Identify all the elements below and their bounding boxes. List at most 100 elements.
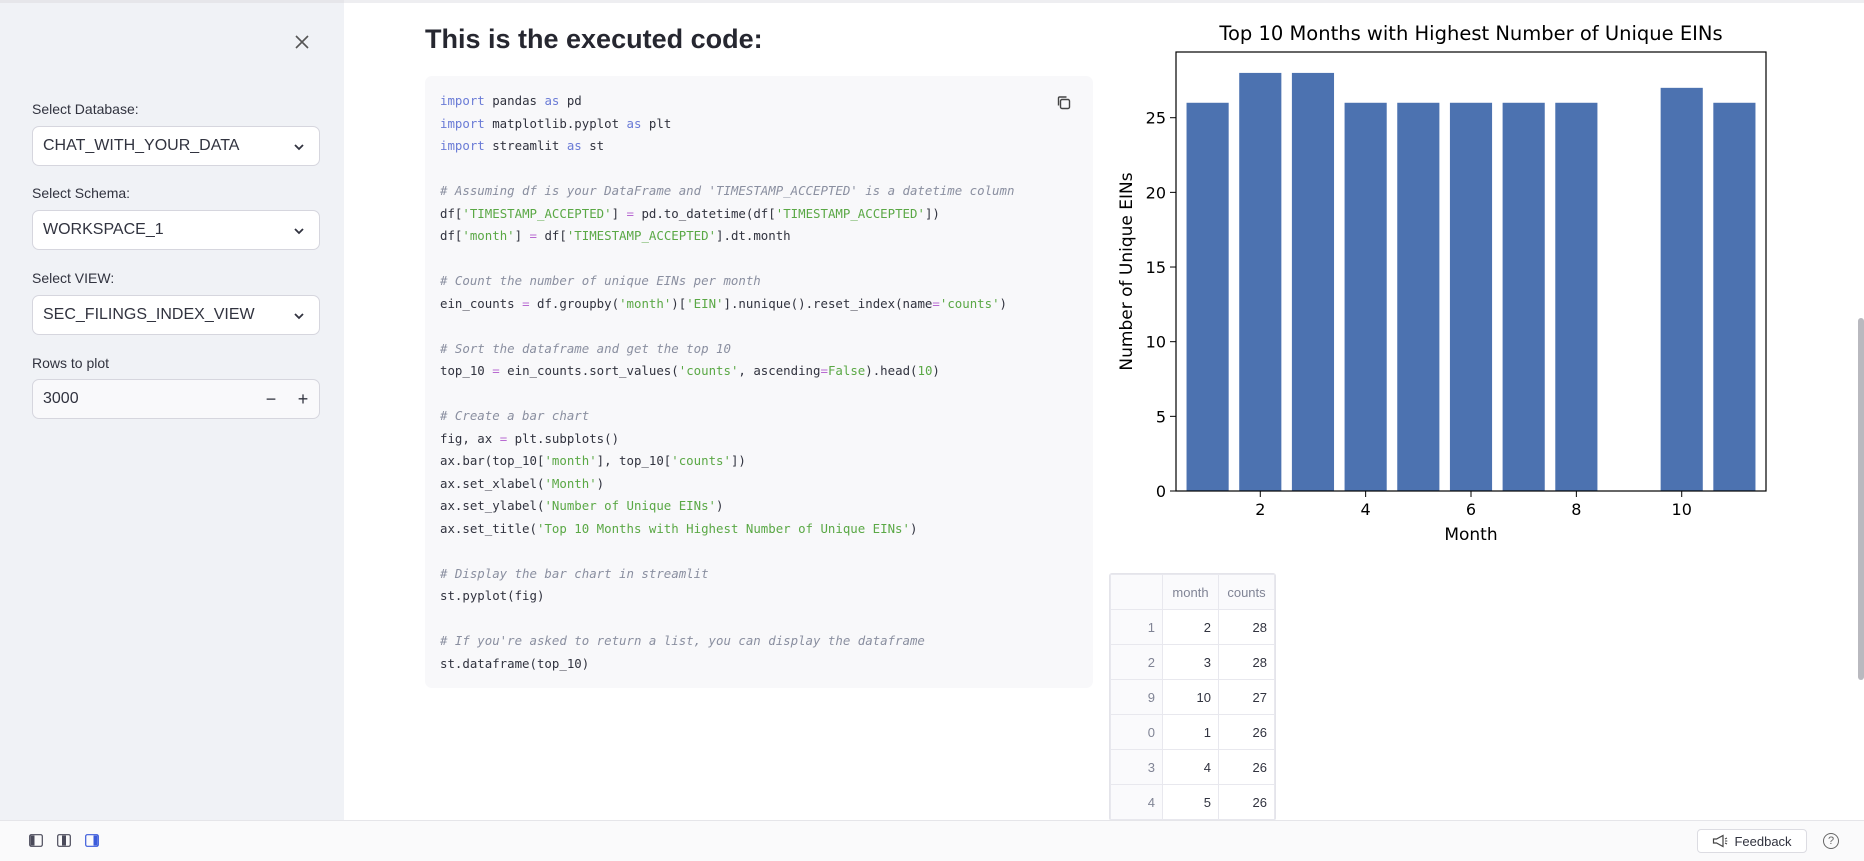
increment-button[interactable]: + xyxy=(287,380,319,418)
table-row[interactable]: 2 3 28 xyxy=(1110,644,1275,680)
help-icon[interactable]: ? xyxy=(1823,833,1839,849)
code-line: ax.bar(top_10['month'], top_10['counts']… xyxy=(440,450,1014,473)
counts-cell[interactable]: 26 xyxy=(1218,749,1275,785)
counts-cell[interactable]: 28 xyxy=(1218,609,1275,645)
row-index-cell[interactable]: 4 xyxy=(1110,784,1163,820)
chart-bar xyxy=(1449,102,1493,491)
code-token: fig, ax xyxy=(440,430,500,446)
code-token: ], top_10[ xyxy=(596,453,672,468)
code-token: st xyxy=(581,138,605,153)
close-icon xyxy=(295,35,309,49)
code-token: plt.subplots() xyxy=(507,430,620,446)
y-tick-label: 15 xyxy=(1146,258,1166,277)
app-window: Select Database: CHAT_WITH_YOUR_DATA Sel… xyxy=(0,0,1864,861)
month-cell[interactable]: 4 xyxy=(1162,749,1219,785)
code-token: pandas xyxy=(484,93,545,108)
row-index-cell[interactable]: 9 xyxy=(1110,679,1163,715)
y-tick-label: 20 xyxy=(1146,183,1166,202)
code-token: import xyxy=(440,138,485,153)
month-cell[interactable]: 3 xyxy=(1162,644,1219,680)
schema-select[interactable]: WORKSPACE_1 xyxy=(32,210,320,250)
code-line: top_10 = ein_counts.sort_values('counts'… xyxy=(440,360,1014,383)
code-token: ] xyxy=(514,228,530,243)
code-token: )[ xyxy=(671,295,687,311)
x-tick-label: 2 xyxy=(1255,500,1265,519)
code-token: 'month' xyxy=(462,228,515,243)
counts-cell[interactable]: 27 xyxy=(1218,679,1275,715)
code-token: 'TIMESTAMP_ACCEPTED' xyxy=(566,228,717,243)
code-line: st.pyplot(fig) xyxy=(440,585,1014,608)
rows-number-input[interactable]: 3000 − + xyxy=(32,379,320,419)
database-select-value: CHAT_WITH_YOUR_DATA xyxy=(43,137,240,154)
table-header-row: month counts xyxy=(1110,574,1275,610)
month-cell[interactable]: 5 xyxy=(1162,784,1219,820)
code-token: 'Number of Unique EINs' xyxy=(544,498,717,513)
decrement-button[interactable]: − xyxy=(255,380,287,418)
code-token: ein_counts xyxy=(440,295,523,311)
row-index-cell[interactable]: 3 xyxy=(1110,749,1163,785)
code-token: # Sort the dataframe and get the top 10 xyxy=(440,340,731,356)
counts-column-header[interactable]: counts xyxy=(1218,574,1275,610)
copy-icon[interactable] xyxy=(1055,94,1073,112)
row-index-cell[interactable]: 2 xyxy=(1110,644,1163,680)
counts-cell[interactable]: 26 xyxy=(1218,784,1275,820)
code-token: ]) xyxy=(924,205,940,221)
code-token: 'Month' xyxy=(544,475,597,491)
x-axis-label: Month xyxy=(1444,525,1497,545)
month-column-header[interactable]: month xyxy=(1162,574,1219,610)
table-row[interactable]: 3 4 26 xyxy=(1110,749,1275,785)
code-token: df[ xyxy=(440,228,463,243)
month-cell[interactable]: 2 xyxy=(1162,609,1219,645)
dataframe-table[interactable]: month counts 1 2 28 2 3 28 9 10 27 0 1 26 3 4 26 4 5 26 xyxy=(1109,573,1276,821)
close-sidebar-button[interactable] xyxy=(291,31,313,53)
chevron-down-icon xyxy=(294,313,304,320)
code-token: ].dt.month xyxy=(716,228,791,243)
code-token: as xyxy=(544,93,560,108)
code-lines: import pandas as pd import matplotlib.pyp… xyxy=(440,90,1014,675)
layout-left-icon[interactable] xyxy=(29,834,43,847)
rows-value[interactable]: 3000 xyxy=(33,390,255,408)
code-line: import streamlit as st xyxy=(440,135,1014,158)
vertical-scrollbar[interactable] xyxy=(1858,318,1864,680)
code-token: = xyxy=(522,295,530,311)
index-header xyxy=(1110,574,1163,610)
month-cell[interactable]: 1 xyxy=(1162,714,1219,750)
layout-right-icon[interactable] xyxy=(85,834,99,847)
code-line: ax.set_xlabel('Month') xyxy=(440,473,1014,496)
code-token: import xyxy=(440,115,485,131)
chart-bar xyxy=(1344,102,1387,491)
row-index-cell[interactable]: 0 xyxy=(1110,714,1163,750)
counts-cell[interactable]: 28 xyxy=(1218,644,1275,680)
row-index-cell[interactable]: 1 xyxy=(1110,609,1163,645)
code-token: # Count the number of unique EINs per mo… xyxy=(440,273,761,288)
table-row[interactable]: 0 1 26 xyxy=(1110,714,1275,750)
code-token: ein_counts.sort_values( xyxy=(499,363,679,378)
counts-cell[interactable]: 26 xyxy=(1218,714,1275,750)
code-token: ) xyxy=(909,520,918,536)
code-token: ) xyxy=(999,295,1008,311)
table-row[interactable]: 1 2 28 xyxy=(1110,609,1275,645)
code-token: ) xyxy=(596,475,605,491)
code-line: # If you're asked to return a list, you … xyxy=(440,630,1014,653)
table-row[interactable]: 4 5 26 xyxy=(1110,784,1275,820)
y-axis-label: Number of Unique EINs xyxy=(1117,172,1137,370)
database-select[interactable]: CHAT_WITH_YOUR_DATA xyxy=(32,126,320,166)
code-line: st.dataframe(top_10) xyxy=(440,653,1014,676)
code-token: # Display the bar chart in streamlit xyxy=(440,565,709,581)
month-cell[interactable]: 10 xyxy=(1162,679,1219,715)
layout-center-icon[interactable] xyxy=(57,834,71,847)
code-line: df['TIMESTAMP_ACCEPTED'] = pd.to_datetim… xyxy=(440,203,1014,226)
table-row[interactable]: 9 10 27 xyxy=(1110,679,1275,715)
view-label: Select VIEW: xyxy=(32,270,115,286)
y-tick-label: 10 xyxy=(1146,333,1166,352)
code-line: # Assuming df is your DataFrame and 'TIM… xyxy=(440,180,1014,203)
code-line: ax.set_title('Top 10 Months with Highest… xyxy=(440,518,1014,541)
feedback-button[interactable]: Feedback xyxy=(1697,829,1807,853)
code-token: pd xyxy=(559,93,582,108)
code-token: ).head( xyxy=(865,363,918,378)
view-select[interactable]: SEC_FILINGS_INDEX_VIEW xyxy=(32,295,320,335)
page-heading: This is the executed code: xyxy=(425,24,763,54)
bar-chart: Top 10 Months with Highest Number of Uni… xyxy=(1117,22,1767,545)
